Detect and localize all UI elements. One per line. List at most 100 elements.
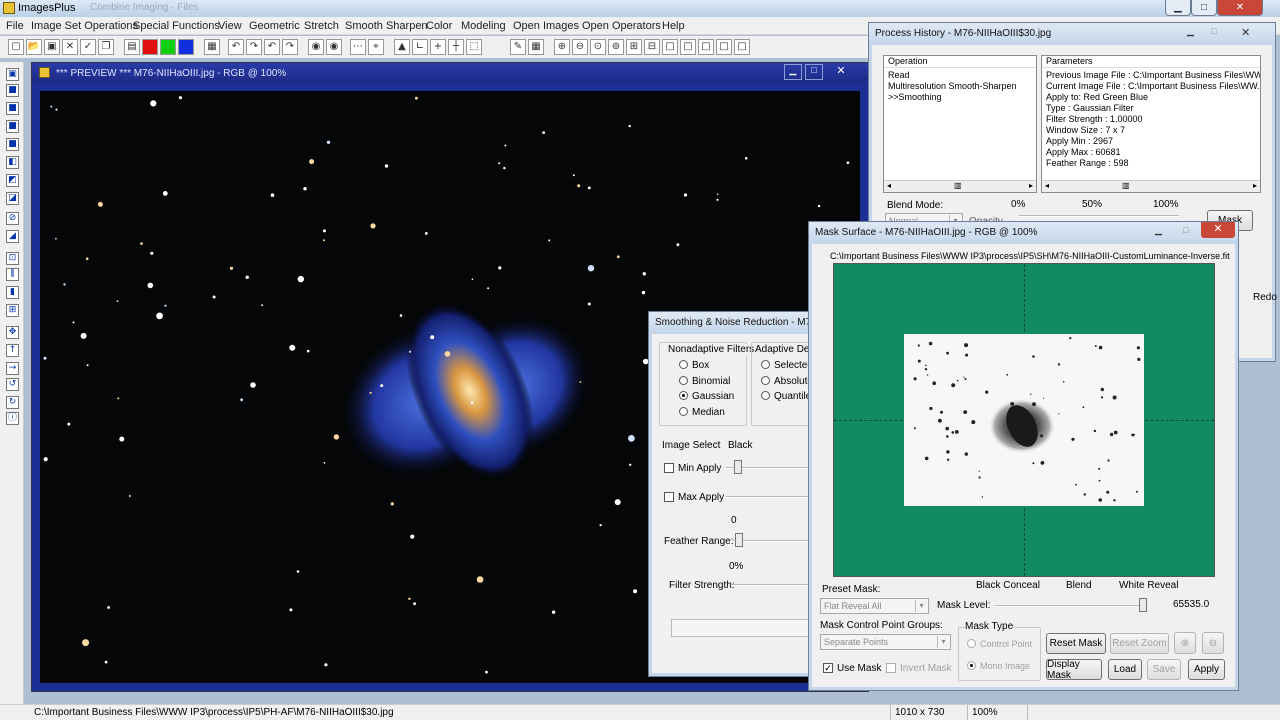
- open-icon[interactable]: 📂: [26, 39, 42, 55]
- menu-image-set-operations[interactable]: Image Set Operations: [31, 20, 138, 32]
- history-minimize-button[interactable]: ▁: [1187, 26, 1194, 37]
- move-icon[interactable]: ✥: [6, 326, 19, 339]
- menu-color[interactable]: Color: [426, 20, 452, 32]
- box3-icon[interactable]: □: [698, 39, 714, 55]
- box5-icon[interactable]: □: [734, 39, 750, 55]
- redo-icon[interactable]: ↷: [246, 39, 262, 55]
- box2-icon[interactable]: □: [680, 39, 696, 55]
- menu-view[interactable]: View: [218, 20, 242, 32]
- mask-level-thumb[interactable]: [1139, 598, 1147, 612]
- split-icon[interactable]: ◧: [6, 156, 19, 169]
- cross-icon[interactable]: ┼: [448, 39, 464, 55]
- history-maximize-button[interactable]: □: [1211, 26, 1216, 36]
- history-operation-item[interactable]: Read: [888, 70, 910, 80]
- history-ops-scrollbar[interactable]: ◂ ▥ ▸: [884, 180, 1036, 192]
- green-fill-icon[interactable]: ■: [6, 120, 19, 133]
- apply-button[interactable]: Apply: [1188, 659, 1225, 680]
- invert-mask-checkbox[interactable]: [886, 663, 896, 673]
- menu-help[interactable]: Help: [662, 20, 685, 32]
- mask-close-button[interactable]: ✕: [1201, 222, 1235, 238]
- red-icon[interactable]: [142, 39, 158, 55]
- zoom-fit-icon[interactable]: ⊙: [590, 39, 606, 55]
- adaptive-quantile-radio[interactable]: [761, 391, 770, 400]
- brush-icon[interactable]: ⊘: [6, 212, 19, 225]
- axes-icon[interactable]: ∟: [412, 39, 428, 55]
- history-redo-label[interactable]: Redo: [1253, 292, 1277, 303]
- pencil-icon[interactable]: ✎: [510, 39, 526, 55]
- menu-geometric[interactable]: Geometric: [249, 20, 300, 32]
- mask-surface-window[interactable]: Mask Surface - M76-NIIHaOIII.jpg - RGB @…: [808, 221, 1239, 691]
- target-icon[interactable]: ◉: [308, 39, 324, 55]
- zoom-in-icon[interactable]: ⊕: [554, 39, 570, 55]
- rotate-left-icon[interactable]: ↺: [6, 378, 19, 391]
- red-fill-icon[interactable]: ■: [6, 102, 19, 115]
- arrow-right-icon[interactable]: →: [6, 362, 19, 375]
- smoothing-window[interactable]: Smoothing & Noise Reduction - M7 Nonadap…: [648, 311, 816, 677]
- triangle-icon[interactable]: ▲: [394, 39, 410, 55]
- mask-zoom-in-button[interactable]: ⊕: [1174, 632, 1196, 654]
- dotted-box-icon[interactable]: ⬚: [466, 39, 482, 55]
- save-icon[interactable]: ▣: [44, 39, 60, 55]
- mask-level-slider[interactable]: [995, 605, 1147, 607]
- menu-special-functions[interactable]: Special Functions: [133, 20, 220, 32]
- load-button[interactable]: Load: [1108, 659, 1142, 680]
- arrow-up-icon[interactable]: ↑: [6, 344, 19, 357]
- app-maximize-button[interactable]: □: [1191, 0, 1217, 16]
- minus-icon[interactable]: ⊟: [644, 39, 660, 55]
- filter-binomial-radio[interactable]: [679, 376, 688, 385]
- add-icon[interactable]: ⊞: [626, 39, 642, 55]
- menu-stretch[interactable]: Stretch: [304, 20, 339, 32]
- info-icon[interactable]: ⓘ: [6, 412, 19, 425]
- green-icon[interactable]: [160, 39, 176, 55]
- max-apply-checkbox[interactable]: [664, 492, 674, 502]
- blue-fill-icon[interactable]: ■: [6, 138, 19, 151]
- history-parameter-list[interactable]: Parameters Previous Image File : C:\Impo…: [1041, 55, 1261, 193]
- box4-icon[interactable]: □: [716, 39, 732, 55]
- zoom-out-icon[interactable]: ⊖: [572, 39, 588, 55]
- grid-icon[interactable]: ▦: [204, 39, 220, 55]
- menu-open-images[interactable]: Open Images: [513, 20, 579, 32]
- gradient-icon[interactable]: ◢: [6, 230, 19, 243]
- filter-strength-slider[interactable]: [731, 584, 813, 586]
- mask-canvas[interactable]: [833, 263, 1215, 577]
- display-mask-button[interactable]: Display Mask: [1046, 659, 1102, 681]
- menu-open-operators[interactable]: Open Operators: [582, 20, 661, 32]
- grid2-icon[interactable]: ▦: [528, 39, 544, 55]
- menu-file[interactable]: File: [6, 20, 24, 32]
- plus-icon[interactable]: +: [430, 39, 446, 55]
- blend-slider[interactable]: [1019, 215, 1179, 217]
- adaptive-selected-radio[interactable]: [761, 360, 770, 369]
- dots-icon[interactable]: ⋯: [350, 39, 366, 55]
- undo-icon[interactable]: ↶: [228, 39, 244, 55]
- history-operation-item[interactable]: Multiresolution Smooth-Sharpen: [888, 81, 1017, 91]
- feather-range-slider[interactable]: [733, 540, 813, 542]
- blue-icon[interactable]: [178, 39, 194, 55]
- invert-icon[interactable]: ◩: [6, 174, 19, 187]
- app-close-button[interactable]: ✕: [1217, 0, 1263, 16]
- preview-close-button[interactable]: ✕: [831, 64, 851, 80]
- save-icon[interactable]: ▣: [6, 68, 19, 81]
- mask-minimize-button[interactable]: ▁: [1155, 225, 1162, 236]
- filter-median-radio[interactable]: [679, 407, 688, 416]
- rgb-channels-icon[interactable]: ▤: [124, 39, 140, 55]
- menu-smooth-sharpen[interactable]: Smooth Sharpen: [345, 20, 428, 32]
- reset-zoom-button[interactable]: Reset Zoom: [1110, 633, 1169, 654]
- filter-box-radio[interactable]: [679, 360, 688, 369]
- close-icon[interactable]: ✕: [62, 39, 78, 55]
- select-icon[interactable]: ⊡: [6, 252, 19, 265]
- preview-minimize-button[interactable]: ▁: [784, 64, 802, 80]
- history-col-parameters[interactable]: Parameters: [1042, 56, 1260, 68]
- app-minimize-button[interactable]: ▁: [1165, 0, 1191, 16]
- check-icon[interactable]: ✓: [80, 39, 96, 55]
- zoom-100-icon[interactable]: ⊚: [608, 39, 624, 55]
- record-icon[interactable]: ◉: [326, 39, 342, 55]
- max-apply-slider[interactable]: [726, 496, 816, 498]
- history-close-button[interactable]: ✕: [1241, 26, 1250, 39]
- black-fill-icon[interactable]: ■: [6, 84, 19, 97]
- menu-modeling[interactable]: Modeling: [461, 20, 506, 32]
- histogram-icon[interactable]: ⫼: [6, 268, 19, 281]
- redo-all-icon[interactable]: ↷: [282, 39, 298, 55]
- copy-icon[interactable]: ❐: [98, 39, 114, 55]
- box1-icon[interactable]: □: [662, 39, 678, 55]
- preview-maximize-button[interactable]: □: [805, 64, 823, 80]
